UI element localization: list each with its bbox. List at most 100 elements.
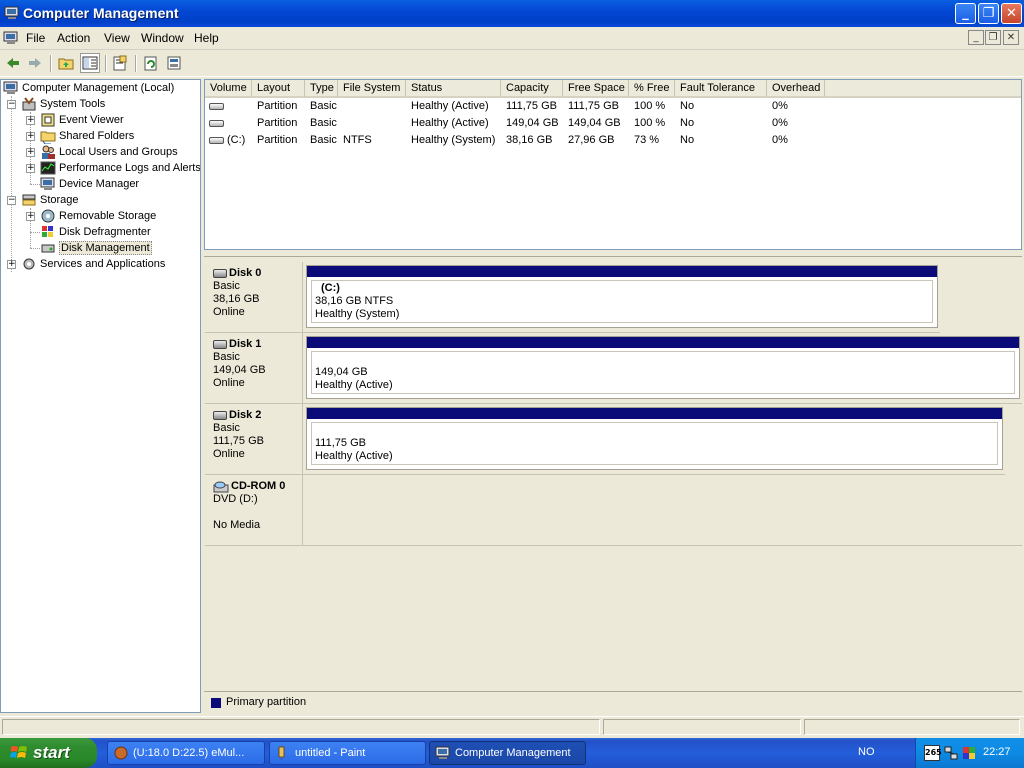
task-label: Computer Management bbox=[455, 747, 571, 759]
table-cell: Partition bbox=[257, 100, 298, 112]
window-title: Computer Management bbox=[23, 5, 179, 21]
refresh-button[interactable] bbox=[141, 53, 161, 73]
disk-row[interactable]: Disk 0 Basic 38,16 GB Online (C:) 38,16 … bbox=[205, 262, 940, 333]
disk-info[interactable]: Disk 0 Basic 38,16 GB Online bbox=[205, 262, 303, 332]
start-button[interactable]: start bbox=[0, 738, 97, 768]
column-header[interactable]: File System bbox=[338, 80, 406, 98]
table-cell: Basic bbox=[310, 117, 337, 129]
close-button[interactable]: ✕ bbox=[1001, 3, 1022, 24]
menu-view[interactable]: View bbox=[104, 31, 130, 45]
show-hide-tree-button[interactable] bbox=[80, 53, 100, 73]
collapse-storage[interactable]: − bbox=[7, 196, 16, 205]
tree-item-local-users[interactable]: Local Users and Groups bbox=[40, 144, 178, 160]
volume-list[interactable]: Volume Layout Type File System Status Capacit… bbox=[204, 79, 1022, 250]
partition-size: 111,75 GB bbox=[315, 437, 366, 449]
disk-row[interactable]: Disk 1 Basic 149,04 GB Online 149,04 GB … bbox=[205, 333, 1022, 404]
restore-button[interactable]: ❐ bbox=[978, 3, 999, 24]
tree-item-device-manager[interactable]: Device Manager bbox=[40, 176, 139, 192]
table-row[interactable]: (C:) Partition Basic NTFS Healthy (System) 38… bbox=[205, 132, 1021, 149]
forward-button[interactable] bbox=[25, 53, 45, 73]
disk-info[interactable]: Disk 2 Basic 111,75 GB Online bbox=[205, 404, 303, 474]
minimize-button[interactable]: _ bbox=[955, 3, 976, 24]
disk-name: Disk 0 bbox=[229, 267, 262, 279]
expand-event-viewer[interactable]: + bbox=[26, 116, 35, 125]
column-header[interactable]: Overhead bbox=[767, 80, 825, 98]
menu-help[interactable]: Help bbox=[194, 31, 219, 45]
expand-services[interactable]: + bbox=[7, 260, 16, 269]
console-tree[interactable]: Computer Management (Local) − System Too… bbox=[0, 79, 201, 713]
column-header[interactable]: Free Space bbox=[563, 80, 629, 98]
computer-management-icon bbox=[435, 746, 450, 759]
menu-window[interactable]: Window bbox=[141, 31, 184, 45]
table-row[interactable]: Partition Basic Healthy (Active) 149,04 GB 1… bbox=[205, 115, 1021, 132]
computer-icon bbox=[3, 81, 18, 94]
toolbar-separator bbox=[135, 55, 137, 72]
child-restore-button[interactable]: ❐ bbox=[985, 30, 1001, 45]
expand-removable-storage[interactable]: + bbox=[26, 212, 35, 221]
taskbar-emule[interactable]: (U:18.0 D:22.5) eMul... bbox=[107, 741, 265, 765]
details-pane: Volume Layout Type File System Status Capacit… bbox=[204, 79, 1022, 713]
partition-box[interactable]: 111,75 GB Healthy (Active) bbox=[306, 407, 1003, 470]
back-button[interactable] bbox=[3, 53, 23, 73]
column-header[interactable]: Capacity bbox=[501, 80, 563, 98]
partition-box[interactable]: (C:) 38,16 GB NTFS Healthy (System) bbox=[306, 265, 938, 328]
tree-item-shared-folders[interactable]: Shared Folders bbox=[40, 128, 134, 144]
tree-item-event-viewer[interactable]: Event Viewer bbox=[40, 112, 124, 128]
tree-item-storage[interactable]: Storage bbox=[21, 192, 79, 208]
language-indicator[interactable]: NO bbox=[858, 746, 875, 758]
child-minimize-button[interactable]: _ bbox=[968, 30, 984, 45]
collapse-system-tools[interactable]: − bbox=[7, 100, 16, 109]
tree-label: Event Viewer bbox=[59, 114, 124, 126]
tree-root[interactable]: Computer Management (Local) bbox=[3, 80, 174, 96]
column-header[interactable]: Type bbox=[305, 80, 338, 98]
column-header[interactable]: % Free bbox=[629, 80, 675, 98]
expand-shared-folders[interactable]: + bbox=[26, 132, 35, 141]
table-cell: Partition bbox=[257, 117, 298, 129]
cdrom-icon bbox=[213, 481, 229, 492]
cdrom-info[interactable]: CD-ROM 0 DVD (D:) No Media bbox=[205, 475, 303, 545]
clock[interactable]: 22:27 bbox=[983, 746, 1011, 758]
disk-info[interactable]: Disk 1 Basic 149,04 GB Online bbox=[205, 333, 303, 403]
partition-box[interactable]: 149,04 GB Healthy (Active) bbox=[306, 336, 1020, 399]
cdrom-row[interactable]: CD-ROM 0 DVD (D:) No Media bbox=[205, 475, 1022, 546]
event-viewer-icon bbox=[41, 113, 55, 127]
table-row[interactable]: Partition Basic Healthy (Active) 111,75 GB 1… bbox=[205, 98, 1021, 115]
table-cell: Partition bbox=[257, 134, 298, 146]
menu-action[interactable]: Action bbox=[57, 31, 90, 45]
console-icon[interactable] bbox=[3, 30, 19, 46]
security-icon[interactable] bbox=[961, 745, 977, 761]
network-icon[interactable] bbox=[943, 745, 959, 761]
properties-button[interactable] bbox=[110, 53, 130, 73]
help-button[interactable] bbox=[164, 53, 184, 73]
tree-item-system-tools[interactable]: System Tools bbox=[21, 96, 105, 112]
status-bar bbox=[0, 716, 1024, 736]
tree-label: Shared Folders bbox=[59, 130, 135, 142]
refresh-icon bbox=[144, 56, 157, 71]
disk-graphical-view: Disk 0 Basic 38,16 GB Online (C:) 38,16 … bbox=[204, 256, 1022, 713]
tray-app-badge[interactable]: 265 bbox=[924, 745, 942, 761]
paint-icon bbox=[278, 746, 285, 760]
column-header[interactable]: Volume bbox=[205, 80, 252, 98]
expand-perf-logs[interactable]: + bbox=[26, 164, 35, 173]
table-cell: 0% bbox=[772, 100, 788, 112]
up-one-level-button[interactable] bbox=[56, 53, 76, 73]
table-cell: 0% bbox=[772, 134, 788, 146]
taskbar-paint[interactable]: untitled - Paint bbox=[269, 741, 426, 765]
tree-item-disk-defragmenter[interactable]: Disk Defragmenter bbox=[40, 224, 151, 240]
table-cell: No bbox=[680, 117, 695, 129]
taskbar-computer-management[interactable]: Computer Management bbox=[429, 741, 586, 765]
column-header[interactable]: Fault Tolerance bbox=[675, 80, 767, 98]
primary-partition-bar bbox=[307, 337, 1019, 348]
menu-file[interactable]: File bbox=[26, 31, 45, 45]
disk-row[interactable]: Disk 2 Basic 111,75 GB Online 111,75 GB … bbox=[205, 404, 1005, 475]
tree-item-removable-storage[interactable]: Removable Storage bbox=[40, 208, 156, 224]
expand-local-users[interactable]: + bbox=[26, 148, 35, 157]
column-header[interactable]: Layout bbox=[252, 80, 305, 98]
tree-item-disk-management[interactable]: Disk Management bbox=[40, 240, 152, 256]
column-header[interactable]: Status bbox=[406, 80, 501, 98]
tree-item-perf-logs[interactable]: Performance Logs and Alerts bbox=[40, 160, 200, 176]
child-close-button[interactable]: ✕ bbox=[1003, 30, 1019, 45]
table-cell: 149,04 GB bbox=[568, 117, 621, 129]
hard-disk-icon bbox=[213, 340, 227, 349]
tree-item-services[interactable]: Services and Applications bbox=[21, 256, 165, 272]
